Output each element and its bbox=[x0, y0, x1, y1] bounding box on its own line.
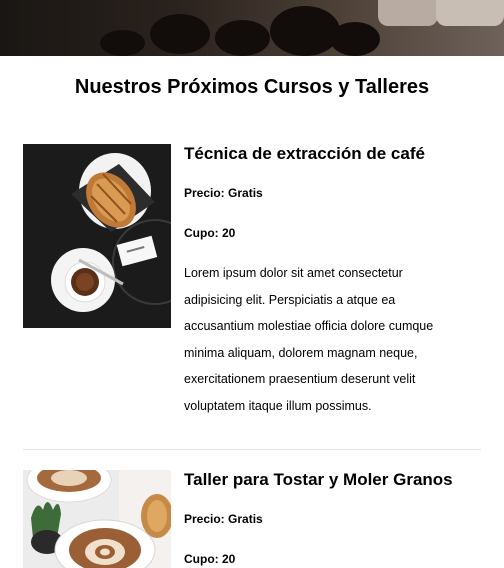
course-description: Lorem ipsum dolor sit amet consectetur a… bbox=[184, 266, 434, 413]
course-price: Precio: Gratis bbox=[184, 512, 263, 526]
course-seats: Cupo: 20 bbox=[184, 552, 236, 566]
section-title: Nuestros Próximos Cursos y Talleres bbox=[74, 76, 430, 98]
divider bbox=[23, 449, 481, 450]
course-seats: Cupo: 20 bbox=[184, 226, 236, 240]
course-image-latte-art bbox=[23, 470, 171, 568]
course-title: Taller para Tostar y Moler Granos bbox=[184, 470, 453, 489]
course-image-croissant-coffee bbox=[23, 144, 171, 328]
hero-banner-image bbox=[0, 0, 504, 56]
course-title: Técnica de extracción de café bbox=[184, 144, 425, 163]
course-price: Precio: Gratis bbox=[184, 186, 263, 200]
